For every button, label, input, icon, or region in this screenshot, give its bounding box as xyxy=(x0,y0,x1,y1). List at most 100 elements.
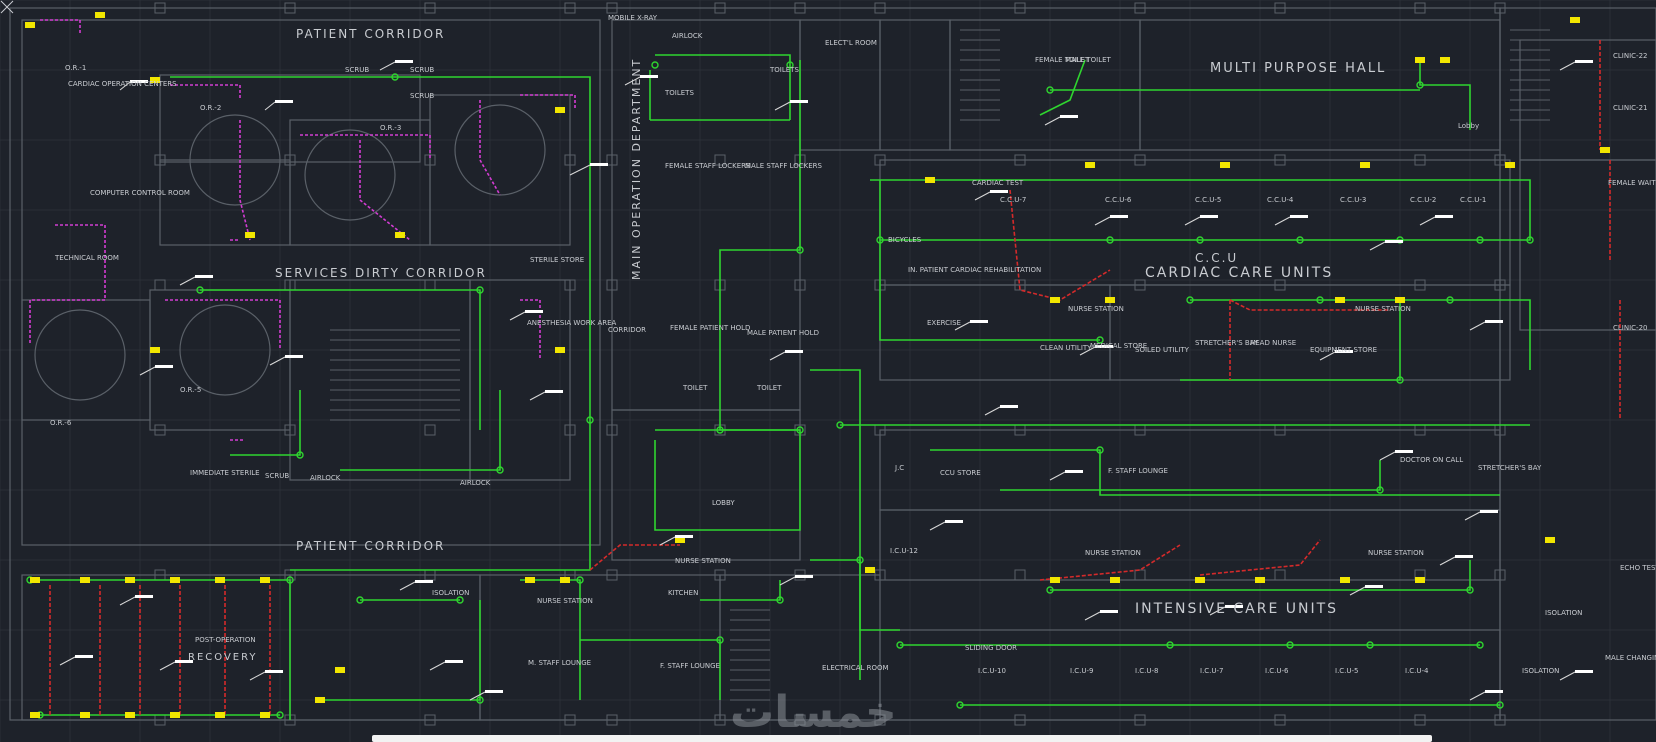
room-label-sliding-door: SLIDING DOOR xyxy=(965,644,1017,652)
electrical-device xyxy=(25,22,35,28)
room-label-lobby: LOBBY xyxy=(712,499,735,507)
electrical-device xyxy=(95,12,105,18)
callout-leader xyxy=(984,406,1001,416)
room-label-or2: O.R.-2 xyxy=(200,104,221,112)
horizontal-scrollbar[interactable] xyxy=(372,735,1432,742)
ucs-axis-icon xyxy=(0,0,14,14)
room-label-ccu3: C.C.U-3 xyxy=(1340,196,1366,204)
room-label-nurse-station-main: NURSE STATION xyxy=(675,557,731,565)
room-label-main-operation-department: MAIN OPERATION DEPARTMENT xyxy=(630,58,643,280)
electrical-device xyxy=(260,577,270,583)
callout-leader xyxy=(1274,216,1291,226)
electrical-device xyxy=(555,347,565,353)
room-label-exercise: EXERCISE xyxy=(927,319,961,327)
callout-tag xyxy=(395,60,413,63)
electrical-device xyxy=(555,107,565,113)
callout-tag xyxy=(790,100,808,103)
wall xyxy=(879,19,951,151)
room-label-echo-test: ECHO TEST xyxy=(1620,564,1656,572)
room-label-ccu7: C.C.U-7 xyxy=(1000,196,1026,204)
electrical-device xyxy=(1415,577,1425,583)
callout-tag xyxy=(1385,240,1403,243)
circuit-run-magenta xyxy=(359,140,411,241)
floor-plan-canvas[interactable]: PATIENT CORRIDOR SERVICES DIRTY CORRIDOR P… xyxy=(0,0,1656,742)
callout-leader xyxy=(379,61,396,71)
room-label-or3: O.R.-3 xyxy=(380,124,401,132)
callout-tag xyxy=(545,390,563,393)
callout-leader xyxy=(1084,611,1101,621)
room-label-scrub1: SCRUB xyxy=(345,66,369,74)
wall xyxy=(469,279,571,481)
room-label-ccu1: C.C.U-1 xyxy=(1460,196,1486,204)
electrical-device xyxy=(1505,162,1515,168)
electrical-device xyxy=(865,567,875,573)
room-label-toilets1: TOILETS xyxy=(664,89,694,97)
callout-tag xyxy=(990,190,1008,193)
callout-tag xyxy=(1575,60,1593,63)
room-label-electrical-room: ELECTRICAL ROOM xyxy=(822,664,889,672)
electrical-device xyxy=(560,577,570,583)
callout-tag xyxy=(590,163,608,166)
room-label-or1: O.R.-1 xyxy=(65,64,86,72)
room-label-corridor: CORRIDOR xyxy=(608,326,646,334)
callout-leader xyxy=(1049,471,1066,481)
circuit-run-red xyxy=(49,585,271,715)
room-label-computer-control: COMPUTER CONTROL ROOM xyxy=(90,189,190,197)
callout-tag xyxy=(1200,215,1218,218)
column xyxy=(1274,569,1286,581)
circuit-run-magenta xyxy=(40,19,81,35)
callout-leader xyxy=(1559,671,1576,681)
room-label-sterile-store: STERILE STORE xyxy=(530,256,584,264)
electrical-device xyxy=(80,577,90,583)
room-label-icu9: I.C.U-9 xyxy=(1070,667,1094,675)
callout-leader xyxy=(119,596,136,606)
callout-leader xyxy=(1349,586,1366,596)
room-label-female-patient-hold: FEMALE PATIENT HOLD xyxy=(670,324,750,332)
room-label-icu6: I.C.U-6 xyxy=(1265,667,1289,675)
callout-tag xyxy=(1435,215,1453,218)
room-label-equipment-store: EQUIPMENT STORE xyxy=(1310,346,1377,354)
callout-leader xyxy=(779,576,796,586)
room-label-icu12: I.C.U-12 xyxy=(890,547,918,555)
cad-drawing-viewport[interactable]: PATIENT CORRIDOR SERVICES DIRTY CORRIDOR P… xyxy=(0,0,1656,742)
electrical-device xyxy=(1570,17,1580,23)
electrical-device xyxy=(525,577,535,583)
callout-tag xyxy=(415,580,433,583)
electrical-device xyxy=(1340,577,1350,583)
room-label-electl-room: ELECT'L ROOM xyxy=(825,39,877,47)
callout-tag xyxy=(265,670,283,673)
electrical-device xyxy=(1415,57,1425,63)
electrical-device xyxy=(215,577,225,583)
callout-tag xyxy=(1110,215,1128,218)
room-label-anesthesia-work-area: ANESTHESIA WORK AREA xyxy=(527,319,617,327)
circuit-run-magenta xyxy=(300,134,431,160)
callout-leader xyxy=(264,101,276,111)
room-label-scrub4: SCRUB xyxy=(265,472,289,480)
room-label-cardiac-op-centers: CARDIAC OPERATION CENTERS xyxy=(68,80,177,88)
room-label-clinic21: CLINIC-21 xyxy=(1613,104,1647,112)
column xyxy=(424,424,436,436)
callout-leader xyxy=(179,276,196,286)
room-label-f-staff-lounge-2: F. STAFF LOUNGE xyxy=(1108,467,1168,475)
room-label-toilet-a: TOILET xyxy=(682,384,708,392)
wall xyxy=(879,284,1111,381)
column xyxy=(154,279,166,291)
callout-tag xyxy=(1100,610,1118,613)
room-label-nurse-station-ccu-a: NURSE STATION xyxy=(1068,305,1124,313)
callout-leader xyxy=(59,656,76,666)
room-label-multi-purpose-hall: MULTI PURPOSE HALL xyxy=(1210,61,1386,76)
outlet-node xyxy=(651,61,659,69)
circuit-run xyxy=(1039,59,1086,116)
electrical-device xyxy=(125,712,135,718)
electrical-device xyxy=(170,712,180,718)
room-label-male-staff-lockers: MALE STAFF LOCKERS xyxy=(745,162,823,170)
electrical-device xyxy=(1395,297,1405,303)
electrical-device xyxy=(335,667,345,673)
callout-tag xyxy=(285,355,303,358)
callout-leader xyxy=(429,661,446,671)
room-label-cardiac-rehab: IN. PATIENT CARDIAC REHABILITATION xyxy=(908,266,1041,274)
room-label-ccu2: C.C.U-2 xyxy=(1410,196,1436,204)
circuit-run-magenta xyxy=(170,84,241,100)
wall xyxy=(21,19,601,546)
electrical-device xyxy=(1050,297,1060,303)
